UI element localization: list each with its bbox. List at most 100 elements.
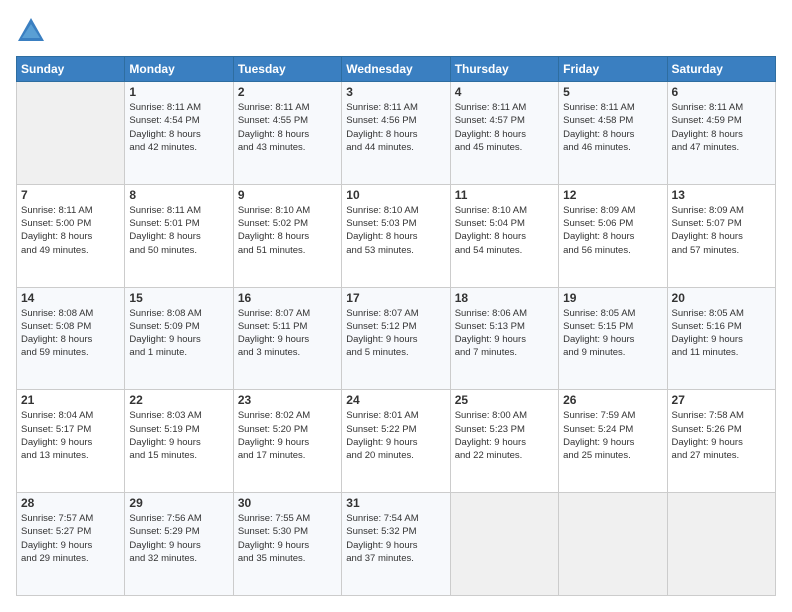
day-number: 3 [346, 85, 445, 99]
calendar-week-row: 14 Sunrise: 8:08 AM Sunset: 5:08 PM Dayli… [17, 287, 776, 390]
day-info: Sunrise: 7:59 AM Sunset: 5:24 PM Dayligh… [563, 409, 662, 462]
day-info: Sunrise: 8:11 AM Sunset: 4:59 PM Dayligh… [672, 101, 771, 154]
page: SundayMondayTuesdayWednesdayThursdayFrid… [0, 0, 792, 612]
calendar-cell: 4 Sunrise: 8:11 AM Sunset: 4:57 PM Daylig… [450, 82, 558, 185]
day-number: 7 [21, 188, 120, 202]
day-info: Sunrise: 8:08 AM Sunset: 5:08 PM Dayligh… [21, 307, 120, 360]
calendar-cell: 27 Sunrise: 7:58 AM Sunset: 5:26 PM Dayli… [667, 390, 775, 493]
day-info: Sunrise: 8:11 AM Sunset: 4:55 PM Dayligh… [238, 101, 337, 154]
day-number: 28 [21, 496, 120, 510]
day-number: 20 [672, 291, 771, 305]
day-info: Sunrise: 7:57 AM Sunset: 5:27 PM Dayligh… [21, 512, 120, 565]
day-number: 2 [238, 85, 337, 99]
calendar-header-monday: Monday [125, 57, 233, 82]
day-info: Sunrise: 8:02 AM Sunset: 5:20 PM Dayligh… [238, 409, 337, 462]
day-info: Sunrise: 7:54 AM Sunset: 5:32 PM Dayligh… [346, 512, 445, 565]
day-number: 31 [346, 496, 445, 510]
calendar-cell: 6 Sunrise: 8:11 AM Sunset: 4:59 PM Daylig… [667, 82, 775, 185]
calendar-header-thursday: Thursday [450, 57, 558, 82]
day-info: Sunrise: 8:00 AM Sunset: 5:23 PM Dayligh… [455, 409, 554, 462]
calendar-cell: 15 Sunrise: 8:08 AM Sunset: 5:09 PM Dayli… [125, 287, 233, 390]
calendar-cell: 13Sunrise: 8:09 AM Sunset: 5:07 PM Dayli… [667, 184, 775, 287]
day-number: 17 [346, 291, 445, 305]
calendar-cell: 2 Sunrise: 8:11 AM Sunset: 4:55 PM Daylig… [233, 82, 341, 185]
day-number: 29 [129, 496, 228, 510]
day-info: Sunrise: 8:01 AM Sunset: 5:22 PM Dayligh… [346, 409, 445, 462]
day-number: 4 [455, 85, 554, 99]
day-info: Sunrise: 8:11 AM Sunset: 5:01 PM Dayligh… [129, 204, 228, 257]
day-info: Sunrise: 8:10 AM Sunset: 5:02 PM Dayligh… [238, 204, 337, 257]
day-info: Sunrise: 8:08 AM Sunset: 5:09 PM Dayligh… [129, 307, 228, 360]
header [16, 16, 776, 46]
calendar-cell [450, 493, 558, 596]
calendar-header-tuesday: Tuesday [233, 57, 341, 82]
day-info: Sunrise: 8:10 AM Sunset: 5:04 PM Dayligh… [455, 204, 554, 257]
day-number: 21 [21, 393, 120, 407]
day-info: Sunrise: 8:05 AM Sunset: 5:15 PM Dayligh… [563, 307, 662, 360]
calendar-week-row: 7 Sunrise: 8:11 AM Sunset: 5:00 PM Daylig… [17, 184, 776, 287]
day-number: 16 [238, 291, 337, 305]
calendar-cell: 21 Sunrise: 8:04 AM Sunset: 5:17 PM Dayli… [17, 390, 125, 493]
day-number: 25 [455, 393, 554, 407]
day-info: Sunrise: 8:04 AM Sunset: 5:17 PM Dayligh… [21, 409, 120, 462]
day-info: Sunrise: 8:11 AM Sunset: 4:56 PM Dayligh… [346, 101, 445, 154]
day-number: 12 [563, 188, 662, 202]
calendar-cell [559, 493, 667, 596]
calendar-cell: 1 Sunrise: 8:11 AM Sunset: 4:54 PM Daylig… [125, 82, 233, 185]
calendar-week-row: 1 Sunrise: 8:11 AM Sunset: 4:54 PM Daylig… [17, 82, 776, 185]
calendar-cell: 24 Sunrise: 8:01 AM Sunset: 5:22 PM Dayli… [342, 390, 450, 493]
day-info: Sunrise: 8:07 AM Sunset: 5:12 PM Dayligh… [346, 307, 445, 360]
day-info: Sunrise: 8:11 AM Sunset: 5:00 PM Dayligh… [21, 204, 120, 257]
day-number: 14 [21, 291, 120, 305]
day-number: 10 [346, 188, 445, 202]
logo-icon [16, 16, 46, 46]
day-number: 23 [238, 393, 337, 407]
calendar-header-friday: Friday [559, 57, 667, 82]
day-info: Sunrise: 8:05 AM Sunset: 5:16 PM Dayligh… [672, 307, 771, 360]
day-number: 24 [346, 393, 445, 407]
calendar-cell: 29 Sunrise: 7:56 AM Sunset: 5:29 PM Dayli… [125, 493, 233, 596]
day-number: 18 [455, 291, 554, 305]
calendar-cell: 18 Sunrise: 8:06 AM Sunset: 5:13 PM Dayli… [450, 287, 558, 390]
logo [16, 16, 50, 46]
calendar-cell: 7 Sunrise: 8:11 AM Sunset: 5:00 PM Daylig… [17, 184, 125, 287]
day-number: 30 [238, 496, 337, 510]
day-number: 27 [672, 393, 771, 407]
calendar-table: SundayMondayTuesdayWednesdayThursdayFrid… [16, 56, 776, 596]
calendar-cell: 3 Sunrise: 8:11 AM Sunset: 4:56 PM Daylig… [342, 82, 450, 185]
calendar-header-wednesday: Wednesday [342, 57, 450, 82]
day-number: 19 [563, 291, 662, 305]
day-info: Sunrise: 7:55 AM Sunset: 5:30 PM Dayligh… [238, 512, 337, 565]
calendar-cell [17, 82, 125, 185]
day-number: 6 [672, 85, 771, 99]
day-number: 26 [563, 393, 662, 407]
calendar-header-sunday: Sunday [17, 57, 125, 82]
calendar-cell: 28 Sunrise: 7:57 AM Sunset: 5:27 PM Dayli… [17, 493, 125, 596]
day-number: 11 [455, 188, 554, 202]
day-number: 15 [129, 291, 228, 305]
calendar-cell: 12Sunrise: 8:09 AM Sunset: 5:06 PM Dayli… [559, 184, 667, 287]
calendar-cell [667, 493, 775, 596]
day-info: Sunrise: 8:06 AM Sunset: 5:13 PM Dayligh… [455, 307, 554, 360]
calendar-header-saturday: Saturday [667, 57, 775, 82]
day-info: Sunrise: 8:11 AM Sunset: 4:54 PM Dayligh… [129, 101, 228, 154]
calendar-cell: 9 Sunrise: 8:10 AM Sunset: 5:02 PM Daylig… [233, 184, 341, 287]
day-info: Sunrise: 7:56 AM Sunset: 5:29 PM Dayligh… [129, 512, 228, 565]
calendar-header-row: SundayMondayTuesdayWednesdayThursdayFrid… [17, 57, 776, 82]
calendar-cell: 31 Sunrise: 7:54 AM Sunset: 5:32 PM Dayli… [342, 493, 450, 596]
calendar-week-row: 21 Sunrise: 8:04 AM Sunset: 5:17 PM Dayli… [17, 390, 776, 493]
day-number: 5 [563, 85, 662, 99]
day-number: 1 [129, 85, 228, 99]
calendar-cell: 22 Sunrise: 8:03 AM Sunset: 5:19 PM Dayli… [125, 390, 233, 493]
calendar-cell: 11 Sunrise: 8:10 AM Sunset: 5:04 PM Dayli… [450, 184, 558, 287]
calendar-cell: 8 Sunrise: 8:11 AM Sunset: 5:01 PM Daylig… [125, 184, 233, 287]
day-info: Sunrise: 8:11 AM Sunset: 4:57 PM Dayligh… [455, 101, 554, 154]
day-info: Sunrise: 7:58 AM Sunset: 5:26 PM Dayligh… [672, 409, 771, 462]
day-info: Sunrise: 8:03 AM Sunset: 5:19 PM Dayligh… [129, 409, 228, 462]
day-number: 8 [129, 188, 228, 202]
day-number: 9 [238, 188, 337, 202]
day-number: 22 [129, 393, 228, 407]
calendar-cell: 19 Sunrise: 8:05 AM Sunset: 5:15 PM Dayli… [559, 287, 667, 390]
day-info: Sunrise: 8:07 AM Sunset: 5:11 PM Dayligh… [238, 307, 337, 360]
calendar-cell: 17 Sunrise: 8:07 AM Sunset: 5:12 PM Dayli… [342, 287, 450, 390]
